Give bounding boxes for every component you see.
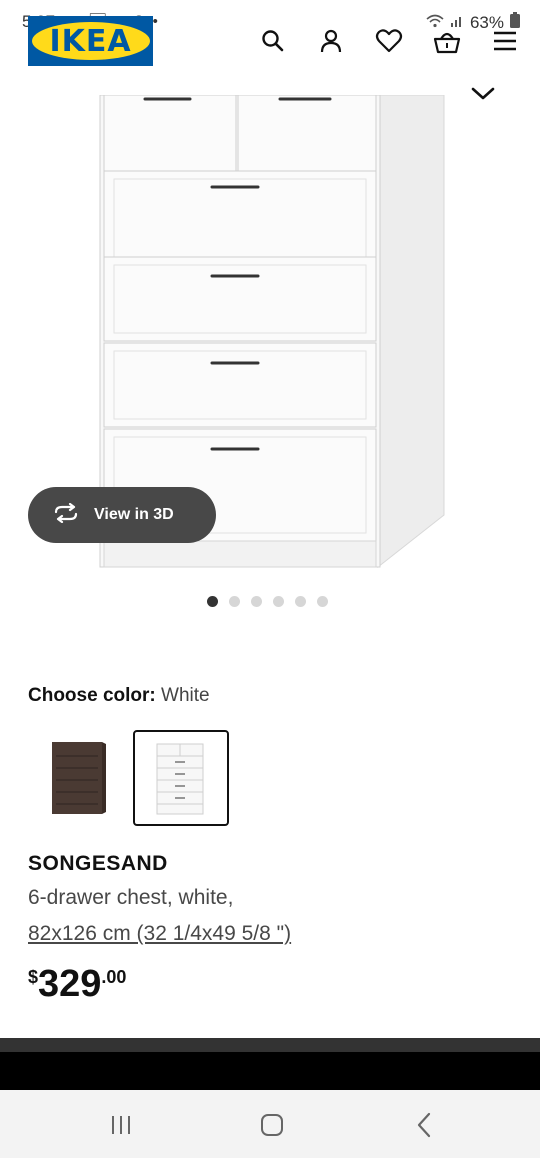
home-icon[interactable] [252, 1110, 292, 1140]
header-icons [258, 26, 520, 56]
price-currency: $ [28, 967, 39, 987]
carousel-dot[interactable] [273, 596, 284, 607]
user-icon[interactable] [316, 26, 346, 56]
carousel-dot[interactable] [317, 596, 328, 607]
logo-text: IKEA [31, 22, 150, 60]
carousel-dots [207, 596, 328, 607]
choose-color-value: White [161, 685, 210, 706]
view-in-3d-button[interactable]: View in 3D [28, 487, 216, 543]
product-price: $329.00 [28, 963, 126, 1006]
menu-icon[interactable] [490, 26, 520, 56]
view-in-3d-label: View in 3D [94, 506, 174, 523]
rotate-3d-icon [52, 502, 80, 528]
basket-icon[interactable] [432, 26, 462, 56]
price-decimal: .00 [101, 967, 127, 987]
system-navigation-bar [0, 1090, 540, 1158]
search-icon[interactable] [258, 26, 288, 56]
carousel-dot[interactable] [207, 596, 218, 607]
product-size-link[interactable]: 82x126 cm (32 1/4x49 5/8 ") [28, 922, 291, 946]
color-swatch-white[interactable] [133, 730, 229, 826]
bottom-overlay-edge [0, 1038, 540, 1052]
back-icon[interactable] [404, 1110, 444, 1140]
carousel-dot[interactable] [251, 596, 262, 607]
product-description: 6-drawer chest, white, [28, 886, 234, 909]
heart-icon[interactable] [374, 26, 404, 56]
color-swatch-brown[interactable] [34, 730, 130, 826]
carousel-dot[interactable] [295, 596, 306, 607]
ikea-logo[interactable]: IKEA [28, 16, 153, 66]
choose-color-label: Choose color: [28, 685, 156, 706]
product-name: SONGESAND [28, 852, 168, 875]
choose-color: Choose color: White [28, 685, 210, 707]
price-whole: 329 [38, 963, 102, 1005]
recent-apps-icon[interactable] [101, 1110, 141, 1140]
carousel-dot[interactable] [229, 596, 240, 607]
chevron-down-icon[interactable] [470, 86, 496, 107]
